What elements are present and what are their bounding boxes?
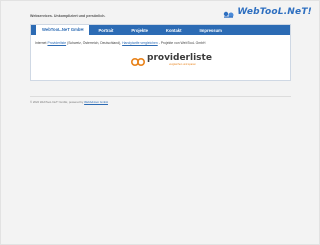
providerliste-logo-text: providerliste bbox=[147, 53, 212, 63]
nav-item-impressum[interactable]: Impressum bbox=[191, 28, 231, 33]
intro-prefix: Internet bbox=[35, 41, 47, 45]
providerliste-mark-icon bbox=[130, 54, 146, 67]
providerliste-logo[interactable]: providerliste vergleichen und sparen bbox=[130, 53, 212, 67]
intro-suffix: - Projekte von WebTooL GmbH bbox=[158, 41, 206, 45]
handytarife-link[interactable]: Handytarife vergleichen bbox=[122, 41, 158, 45]
globe-icon bbox=[222, 7, 236, 18]
intro-middle: (Schweiz, Österreich, Deutschland), bbox=[67, 41, 122, 45]
footer-copyright: © 2022 WebTooL.NeT! GmbH, powered by bbox=[30, 100, 84, 104]
site-logo[interactable]: WebTooL.NeT! bbox=[222, 7, 312, 18]
nav-item-projekte[interactable]: Projekte bbox=[122, 28, 157, 33]
main-navigation: WebTooL.NeT GmbH Portrait Projekte Konta… bbox=[31, 25, 290, 35]
nav-item-kontakt[interactable]: Kontakt bbox=[157, 28, 191, 33]
providerliste-logo-slogan: vergleichen und sparen bbox=[169, 63, 196, 66]
nav-item-home[interactable]: WebTooL.NeT GmbH bbox=[36, 25, 90, 35]
site-tagline: Webservices. Unkompliziert und persönlic… bbox=[30, 14, 106, 18]
logo-text: WebTooL.NeT! bbox=[237, 7, 312, 17]
footer-divider bbox=[30, 96, 291, 97]
providerliste-link[interactable]: Providerliste bbox=[47, 41, 66, 45]
footer-powered-by-link[interactable]: WebAdvisor GmbH bbox=[84, 100, 108, 104]
intro-text: Internet Providerliste (Schweiz, Österre… bbox=[35, 41, 205, 45]
content-panel: WebTooL.NeT GmbH Portrait Projekte Konta… bbox=[30, 24, 291, 81]
footer: © 2022 WebTooL.NeT! GmbH, powered by Web… bbox=[30, 100, 108, 104]
nav-item-portrait[interactable]: Portrait bbox=[89, 28, 122, 33]
